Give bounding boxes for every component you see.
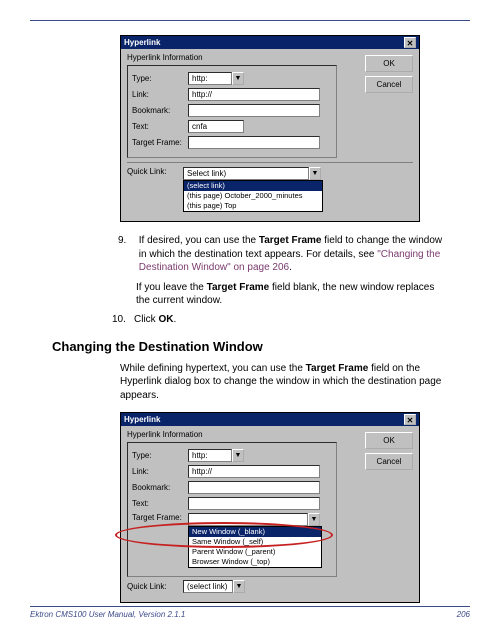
target-frame-label: Target Frame: bbox=[132, 138, 188, 147]
top-rule bbox=[30, 20, 470, 21]
ok-button[interactable]: OK bbox=[365, 55, 413, 72]
bookmark-input[interactable] bbox=[188, 481, 320, 494]
target-frame-label: Target Frame: bbox=[132, 513, 188, 522]
text-label: Text: bbox=[132, 499, 188, 508]
target-frame-select[interactable] bbox=[188, 513, 308, 526]
text-input[interactable]: cnfa bbox=[188, 120, 244, 133]
text-input[interactable] bbox=[188, 497, 320, 510]
body-text: Click bbox=[134, 314, 158, 325]
list-item[interactable]: (this page) October_2000_minutes bbox=[184, 191, 322, 201]
link-label: Link: bbox=[132, 90, 188, 99]
dialog-titlebar: Hyperlink ✕ bbox=[121, 413, 419, 426]
type-label: Type: bbox=[132, 74, 188, 83]
type-select[interactable]: http: bbox=[188, 72, 232, 85]
dialog-title: Hyperlink bbox=[124, 38, 160, 47]
step-10: 10.Click OK. bbox=[112, 314, 470, 325]
cancel-button[interactable]: Cancel bbox=[365, 453, 413, 470]
bookmark-label: Bookmark: bbox=[132, 483, 188, 492]
footer-left: Ektron CMS100 User Manual, Version 2.1.1 bbox=[30, 610, 185, 619]
body-text: If you leave the bbox=[136, 282, 207, 293]
bold-text: Target Frame bbox=[207, 282, 270, 293]
step-9: 9. If desired, you can use the Target Fr… bbox=[118, 234, 470, 275]
body-text: . bbox=[289, 262, 292, 273]
cancel-button[interactable]: Cancel bbox=[365, 76, 413, 93]
list-item[interactable]: (this page) Top bbox=[184, 201, 322, 211]
list-item[interactable]: (select link) bbox=[184, 181, 322, 191]
dialog-title: Hyperlink bbox=[124, 415, 160, 424]
quicklink-select[interactable]: (select link) bbox=[183, 580, 233, 593]
body-text: If desired, you can use the bbox=[139, 235, 259, 246]
type-select[interactable]: http: bbox=[188, 449, 232, 462]
bold-text: Target Frame bbox=[259, 235, 322, 246]
target-frame-input[interactable] bbox=[188, 136, 320, 149]
step-9-followup: If you leave the Target Frame field blan… bbox=[136, 281, 446, 308]
bold-text: OK bbox=[158, 314, 173, 325]
step-number: 10. bbox=[112, 314, 134, 325]
close-icon[interactable]: ✕ bbox=[404, 414, 416, 425]
link-label: Link: bbox=[132, 467, 188, 476]
list-item[interactable]: Same Window (_self) bbox=[189, 537, 321, 547]
chevron-down-icon[interactable]: ▼ bbox=[309, 167, 321, 180]
dialog-titlebar: Hyperlink ✕ bbox=[121, 36, 419, 49]
step-number: 9. bbox=[118, 234, 136, 248]
list-item[interactable]: Parent Window (_parent) bbox=[189, 547, 321, 557]
chevron-down-icon[interactable]: ▼ bbox=[308, 513, 320, 526]
bookmark-label: Bookmark: bbox=[132, 106, 188, 115]
link-input[interactable]: http:// bbox=[188, 88, 320, 101]
close-icon[interactable]: ✕ bbox=[404, 37, 416, 48]
hyperlink-dialog-2: Hyperlink ✕ OK Cancel Hyperlink Informat… bbox=[120, 412, 420, 603]
quicklink-label: Quick Link: bbox=[127, 167, 183, 176]
quicklink-select[interactable]: Select link) bbox=[183, 167, 309, 180]
type-label: Type: bbox=[132, 451, 188, 460]
page-footer: Ektron CMS100 User Manual, Version 2.1.1… bbox=[30, 606, 470, 619]
hyperlink-dialog-1: Hyperlink ✕ OK Cancel Hyperlink Informat… bbox=[120, 35, 420, 222]
chevron-down-icon[interactable]: ▼ bbox=[232, 449, 244, 462]
section-heading: Changing the Destination Window bbox=[52, 339, 470, 354]
ok-button[interactable]: OK bbox=[365, 432, 413, 449]
body-paragraph: While defining hypertext, you can use th… bbox=[120, 362, 452, 403]
quicklink-label: Quick Link: bbox=[127, 582, 183, 591]
footer-page-number: 206 bbox=[457, 610, 470, 619]
list-item[interactable]: Browser Window (_top) bbox=[189, 557, 321, 567]
list-item[interactable]: New Window (_blank) bbox=[189, 527, 321, 537]
body-text: While defining hypertext, you can use th… bbox=[120, 363, 306, 374]
chevron-down-icon[interactable]: ▼ bbox=[233, 580, 245, 593]
bookmark-input[interactable] bbox=[188, 104, 320, 117]
bold-text: Target Frame bbox=[306, 363, 369, 374]
text-label: Text: bbox=[132, 122, 188, 131]
link-input[interactable]: http:// bbox=[188, 465, 320, 478]
chevron-down-icon[interactable]: ▼ bbox=[232, 72, 244, 85]
body-text: . bbox=[173, 314, 176, 325]
